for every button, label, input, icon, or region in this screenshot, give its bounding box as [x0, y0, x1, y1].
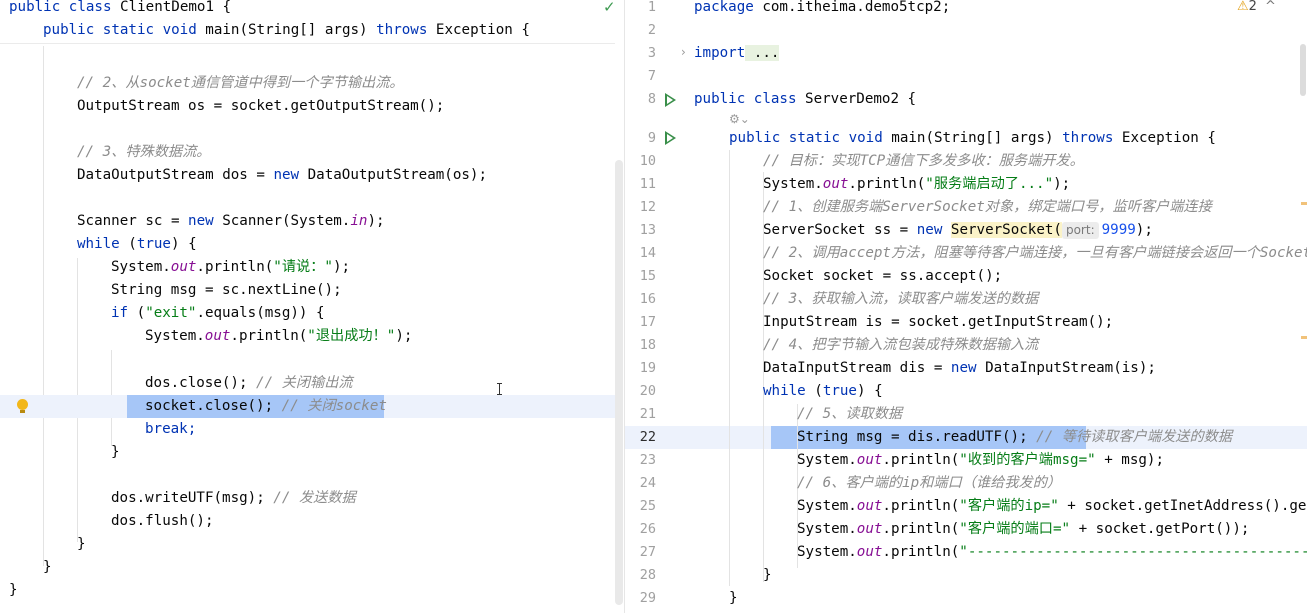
code-line[interactable]: System.out.println("--------------------…: [625, 541, 1307, 564]
line-number[interactable]: 2: [625, 19, 656, 42]
code-line[interactable]: System.out.println("服务端启动了...");: [625, 173, 1307, 196]
code-line[interactable]: // 目标：实现TCP通信下多发多收：服务端开发。: [625, 150, 1307, 173]
code-line[interactable]: System.out.println("收到的客户端msg=" + msg);: [625, 449, 1307, 472]
mouse-ibeam-bottom: [497, 394, 502, 395]
server-editor-pane[interactable]: 1 2 3 7 8 9 10 11 12 13 14 15 16 17 18 1…: [625, 0, 1307, 613]
code-line[interactable]: break;: [0, 418, 624, 441]
mouse-ibeam-top: [497, 383, 502, 384]
code-line[interactable]: // 5、读取数据: [625, 403, 1307, 426]
code-line[interactable]: System.out.println("客户端的端口=" + socket.ge…: [625, 518, 1307, 541]
code-line[interactable]: System.out.println("请说：");: [0, 256, 624, 279]
code-line-selected[interactable]: socket.close(); // 关闭socket: [0, 395, 624, 418]
code-line[interactable]: while (true) {: [625, 380, 1307, 403]
code-line[interactable]: }: [625, 564, 1307, 587]
vertical-scrollbar[interactable]: [615, 160, 623, 605]
client-editor-pane[interactable]: public class ClientDemo1 { public static…: [0, 0, 624, 613]
code-line[interactable]: // 1、创建服务端ServerSocket对象，绑定端口号，监听客户端连接: [625, 196, 1307, 219]
code-line[interactable]: dos.flush();: [0, 510, 624, 533]
code-author-hint[interactable]: ⚙⌄: [729, 111, 750, 127]
code-line[interactable]: // 4、把字节输入流包装成特殊数据输入流: [625, 334, 1307, 357]
code-line[interactable]: // 2、从socket通信管道中得到一个字节输出流。: [0, 72, 624, 95]
code-line[interactable]: Socket socket = ss.accept();: [625, 265, 1307, 288]
code-line[interactable]: }: [0, 556, 624, 579]
code-line[interactable]: public class ServerDemo2 {: [625, 88, 1307, 111]
code-line[interactable]: package com.itheima.demo5tcp2;: [625, 0, 1307, 19]
code-line[interactable]: if ("exit".equals(msg)) {: [0, 302, 624, 325]
code-line[interactable]: public static void main(String[] args) t…: [625, 127, 1307, 150]
code-line[interactable]: InputStream is = socket.getInputStream()…: [625, 311, 1307, 334]
code-line[interactable]: }: [0, 579, 624, 602]
code-line[interactable]: // 6、客户端的ip和端口（谁给我发的）: [625, 472, 1307, 495]
code-line[interactable]: ServerSocket ss = new ServerSocket(port:…: [625, 219, 1307, 242]
code-line[interactable]: }: [625, 587, 1307, 610]
code-line[interactable]: // 3、获取输入流，读取客户端发送的数据: [625, 288, 1307, 311]
code-line[interactable]: dos.close(); // 关闭输出流: [0, 372, 624, 395]
code-line-selected[interactable]: String msg = dis.readUTF(); // 等待读取客户端发送…: [625, 426, 1307, 449]
code-line[interactable]: while (true) {: [0, 233, 624, 256]
change-marker[interactable]: [1301, 202, 1307, 205]
sticky-class-line[interactable]: public class ClientDemo1 {: [9, 0, 231, 19]
line-number[interactable]: 7: [625, 65, 656, 88]
code-line[interactable]: }: [0, 441, 624, 464]
scrollbar-thumb[interactable]: [1300, 44, 1306, 96]
code-line[interactable]: }: [0, 533, 624, 556]
code-line[interactable]: import ...: [625, 42, 1307, 65]
code-line[interactable]: // 3、特殊数据流。: [0, 141, 624, 164]
code-line[interactable]: System.out.println("退出成功！");: [0, 325, 624, 348]
code-line[interactable]: String msg = sc.nextLine();: [0, 279, 624, 302]
no-problems-check-icon[interactable]: ✓: [603, 0, 616, 16]
sticky-main-line[interactable]: public static void main(String[] args) t…: [43, 19, 530, 42]
code-line[interactable]: OutputStream os = socket.getOutputStream…: [0, 95, 624, 118]
code-line[interactable]: dos.writeUTF(msg); // 发送数据: [0, 487, 624, 510]
code-line[interactable]: Scanner sc = new Scanner(System.in);: [0, 210, 624, 233]
code-line[interactable]: System.out.println("客户端的ip=" + socket.ge…: [625, 495, 1307, 518]
code-line[interactable]: // 2、调用accept方法，阻塞等待客户端连接，一旦有客户端链接会返回一个S…: [625, 242, 1307, 265]
change-marker[interactable]: [1301, 336, 1307, 339]
code-line[interactable]: DataInputStream dis = new DataInputStrea…: [625, 357, 1307, 380]
parameter-hint: port:: [1061, 222, 1099, 239]
sticky-scroll-header[interactable]: public class ClientDemo1 { public static…: [0, 0, 616, 44]
code-line[interactable]: DataOutputStream dos = new DataOutputStr…: [0, 164, 624, 187]
